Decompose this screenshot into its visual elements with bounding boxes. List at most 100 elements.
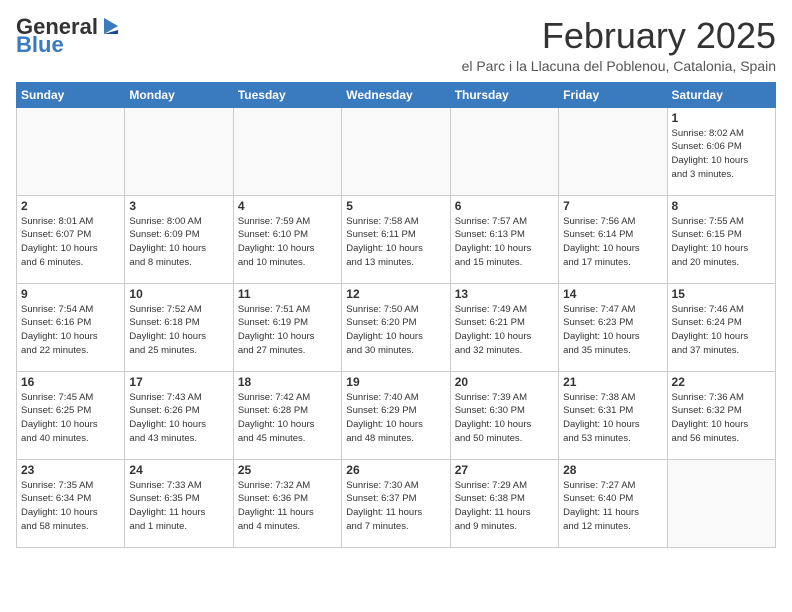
calendar-cell: 26 Sunrise: 7:30 AM Sunset: 6:37 PM Dayli… <box>342 459 450 547</box>
day-number: 1 <box>672 111 771 125</box>
day-number: 12 <box>346 287 445 301</box>
day-info: Sunrise: 7:46 AM Sunset: 6:24 PM Dayligh… <box>672 303 771 358</box>
day-number: 3 <box>129 199 228 213</box>
day-number: 9 <box>21 287 120 301</box>
calendar-cell: 7 Sunrise: 7:56 AM Sunset: 6:14 PM Daylig… <box>559 195 667 283</box>
day-info: Sunrise: 8:02 AM Sunset: 6:06 PM Dayligh… <box>672 127 771 182</box>
day-number: 21 <box>563 375 662 389</box>
calendar-cell <box>450 107 558 195</box>
calendar-cell: 4 Sunrise: 7:59 AM Sunset: 6:10 PM Daylig… <box>233 195 341 283</box>
calendar-week-row: 16 Sunrise: 7:45 AM Sunset: 6:25 PM Dayli… <box>17 371 776 459</box>
day-number: 2 <box>21 199 120 213</box>
day-number: 16 <box>21 375 120 389</box>
calendar-cell: 25 Sunrise: 7:32 AM Sunset: 6:36 PM Dayli… <box>233 459 341 547</box>
day-number: 6 <box>455 199 554 213</box>
calendar-header-row: SundayMondayTuesdayWednesdayThursdayFrid… <box>17 82 776 107</box>
calendar-cell: 19 Sunrise: 7:40 AM Sunset: 6:29 PM Dayli… <box>342 371 450 459</box>
month-year-title: February 2025 <box>462 16 776 56</box>
day-info: Sunrise: 7:59 AM Sunset: 6:10 PM Dayligh… <box>238 215 337 270</box>
day-number: 26 <box>346 463 445 477</box>
calendar-cell: 24 Sunrise: 7:33 AM Sunset: 6:35 PM Dayli… <box>125 459 233 547</box>
logo-icon <box>100 16 122 38</box>
day-number: 5 <box>346 199 445 213</box>
col-header-saturday: Saturday <box>667 82 775 107</box>
day-info: Sunrise: 7:36 AM Sunset: 6:32 PM Dayligh… <box>672 391 771 446</box>
day-number: 28 <box>563 463 662 477</box>
day-number: 11 <box>238 287 337 301</box>
calendar-cell <box>342 107 450 195</box>
day-info: Sunrise: 7:40 AM Sunset: 6:29 PM Dayligh… <box>346 391 445 446</box>
day-info: Sunrise: 7:39 AM Sunset: 6:30 PM Dayligh… <box>455 391 554 446</box>
day-number: 27 <box>455 463 554 477</box>
day-info: Sunrise: 7:27 AM Sunset: 6:40 PM Dayligh… <box>563 479 662 534</box>
calendar-cell: 12 Sunrise: 7:50 AM Sunset: 6:20 PM Dayli… <box>342 283 450 371</box>
calendar-cell: 6 Sunrise: 7:57 AM Sunset: 6:13 PM Daylig… <box>450 195 558 283</box>
calendar-cell: 23Sunrise: 7:35 AM Sunset: 6:34 PM Dayli… <box>17 459 125 547</box>
calendar-cell: 21 Sunrise: 7:38 AM Sunset: 6:31 PM Dayli… <box>559 371 667 459</box>
title-section: February 2025 el Parc i la Llacuna del P… <box>462 16 776 74</box>
day-info: Sunrise: 7:42 AM Sunset: 6:28 PM Dayligh… <box>238 391 337 446</box>
page-header: General Blue February 2025 el Parc i la … <box>16 16 776 74</box>
day-number: 20 <box>455 375 554 389</box>
day-info: Sunrise: 7:30 AM Sunset: 6:37 PM Dayligh… <box>346 479 445 534</box>
day-info: Sunrise: 8:00 AM Sunset: 6:09 PM Dayligh… <box>129 215 228 270</box>
col-header-sunday: Sunday <box>17 82 125 107</box>
calendar-cell: 15 Sunrise: 7:46 AM Sunset: 6:24 PM Dayli… <box>667 283 775 371</box>
calendar-cell: 1 Sunrise: 8:02 AM Sunset: 6:06 PM Daylig… <box>667 107 775 195</box>
calendar-cell: 17 Sunrise: 7:43 AM Sunset: 6:26 PM Dayli… <box>125 371 233 459</box>
day-number: 17 <box>129 375 228 389</box>
day-info: Sunrise: 7:56 AM Sunset: 6:14 PM Dayligh… <box>563 215 662 270</box>
day-info: Sunrise: 7:47 AM Sunset: 6:23 PM Dayligh… <box>563 303 662 358</box>
calendar-week-row: 9Sunrise: 7:54 AM Sunset: 6:16 PM Daylig… <box>17 283 776 371</box>
calendar-cell: 22 Sunrise: 7:36 AM Sunset: 6:32 PM Dayli… <box>667 371 775 459</box>
calendar-cell <box>233 107 341 195</box>
calendar-week-row: 23Sunrise: 7:35 AM Sunset: 6:34 PM Dayli… <box>17 459 776 547</box>
day-info: Sunrise: 7:33 AM Sunset: 6:35 PM Dayligh… <box>129 479 228 534</box>
calendar-cell: 14 Sunrise: 7:47 AM Sunset: 6:23 PM Dayli… <box>559 283 667 371</box>
calendar-cell <box>559 107 667 195</box>
calendar-cell: 8 Sunrise: 7:55 AM Sunset: 6:15 PM Daylig… <box>667 195 775 283</box>
day-number: 4 <box>238 199 337 213</box>
day-number: 22 <box>672 375 771 389</box>
day-number: 24 <box>129 463 228 477</box>
day-number: 18 <box>238 375 337 389</box>
day-info: Sunrise: 8:01 AM Sunset: 6:07 PM Dayligh… <box>21 215 120 270</box>
col-header-tuesday: Tuesday <box>233 82 341 107</box>
day-info: Sunrise: 7:43 AM Sunset: 6:26 PM Dayligh… <box>129 391 228 446</box>
calendar-cell: 3 Sunrise: 8:00 AM Sunset: 6:09 PM Daylig… <box>125 195 233 283</box>
day-number: 25 <box>238 463 337 477</box>
calendar-cell: 2 Sunrise: 8:01 AM Sunset: 6:07 PM Daylig… <box>17 195 125 283</box>
calendar-cell: 10 Sunrise: 7:52 AM Sunset: 6:18 PM Dayli… <box>125 283 233 371</box>
calendar-cell: 5Sunrise: 7:58 AM Sunset: 6:11 PM Daylig… <box>342 195 450 283</box>
calendar-cell: 13 Sunrise: 7:49 AM Sunset: 6:21 PM Dayli… <box>450 283 558 371</box>
day-info: Sunrise: 7:50 AM Sunset: 6:20 PM Dayligh… <box>346 303 445 358</box>
day-info: Sunrise: 7:38 AM Sunset: 6:31 PM Dayligh… <box>563 391 662 446</box>
calendar-cell: 18 Sunrise: 7:42 AM Sunset: 6:28 PM Dayli… <box>233 371 341 459</box>
day-info: Sunrise: 7:57 AM Sunset: 6:13 PM Dayligh… <box>455 215 554 270</box>
day-info: Sunrise: 7:52 AM Sunset: 6:18 PM Dayligh… <box>129 303 228 358</box>
day-number: 15 <box>672 287 771 301</box>
calendar-cell: 11 Sunrise: 7:51 AM Sunset: 6:19 PM Dayli… <box>233 283 341 371</box>
day-number: 8 <box>672 199 771 213</box>
calendar-week-row: 1 Sunrise: 8:02 AM Sunset: 6:06 PM Daylig… <box>17 107 776 195</box>
day-number: 23 <box>21 463 120 477</box>
calendar-cell: 16 Sunrise: 7:45 AM Sunset: 6:25 PM Dayli… <box>17 371 125 459</box>
logo-blue-text: Blue <box>16 34 64 56</box>
day-number: 19 <box>346 375 445 389</box>
day-info: Sunrise: 7:49 AM Sunset: 6:21 PM Dayligh… <box>455 303 554 358</box>
day-info: Sunrise: 7:51 AM Sunset: 6:19 PM Dayligh… <box>238 303 337 358</box>
day-number: 7 <box>563 199 662 213</box>
day-number: 14 <box>563 287 662 301</box>
calendar-cell <box>125 107 233 195</box>
calendar-cell <box>667 459 775 547</box>
calendar-cell <box>17 107 125 195</box>
day-number: 10 <box>129 287 228 301</box>
day-number: 13 <box>455 287 554 301</box>
day-info: Sunrise: 7:55 AM Sunset: 6:15 PM Dayligh… <box>672 215 771 270</box>
calendar-week-row: 2 Sunrise: 8:01 AM Sunset: 6:07 PM Daylig… <box>17 195 776 283</box>
col-header-friday: Friday <box>559 82 667 107</box>
day-info: Sunrise: 7:45 AM Sunset: 6:25 PM Dayligh… <box>21 391 120 446</box>
day-info: Sunrise: 7:32 AM Sunset: 6:36 PM Dayligh… <box>238 479 337 534</box>
col-header-monday: Monday <box>125 82 233 107</box>
calendar-cell: 28 Sunrise: 7:27 AM Sunset: 6:40 PM Dayli… <box>559 459 667 547</box>
